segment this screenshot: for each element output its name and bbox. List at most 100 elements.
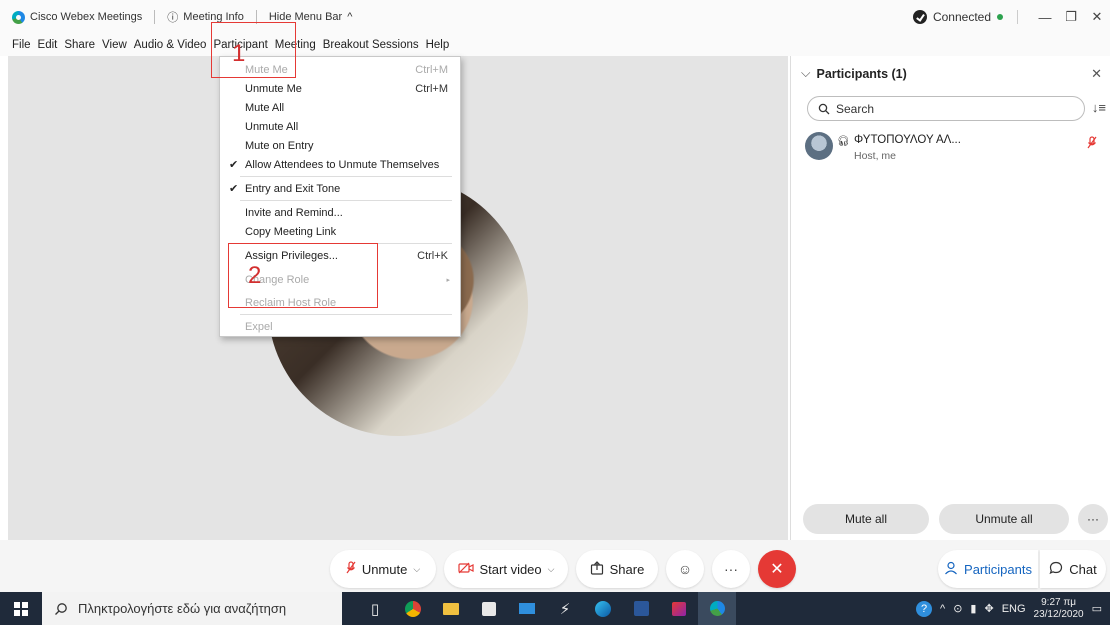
- notifications-icon[interactable]: ▭: [1092, 602, 1102, 615]
- menu-item-mute-all[interactable]: Mute All: [220, 98, 460, 117]
- help-icon[interactable]: ?: [916, 600, 933, 617]
- minimize-button[interactable]: —: [1032, 10, 1058, 25]
- windows-logo-icon: [14, 601, 28, 616]
- file-explorer-icon[interactable]: [432, 592, 470, 625]
- participant-role: Host, me: [854, 150, 897, 162]
- mail-icon[interactable]: [508, 592, 546, 625]
- battery-icon[interactable]: ▮: [970, 602, 976, 615]
- task-view-icon[interactable]: ▯: [356, 592, 394, 625]
- menu-item-entry-exit-tone[interactable]: ✔ Entry and Exit Tone: [220, 179, 460, 198]
- os-taskbar: Πληκτρολογήστε εδώ για αναζήτηση ▯ ⚡︎ ? …: [0, 592, 1110, 625]
- menu-item-mute-on-entry[interactable]: Mute on Entry: [220, 136, 460, 155]
- clock[interactable]: 9:27 πμ 23/12/2020: [1034, 597, 1084, 621]
- mute-all-button[interactable]: Mute all: [803, 504, 929, 534]
- windows-start-button[interactable]: [0, 592, 42, 625]
- app-title: Cisco Webex Meetings: [12, 10, 143, 24]
- webex-taskbar-icon[interactable]: [698, 592, 736, 625]
- title-bar: Cisco Webex Meetings ⓘ Meeting Info Hide…: [0, 0, 1110, 34]
- menu-item-copy-link[interactable]: Copy Meeting Link: [220, 222, 460, 241]
- end-meeting-button[interactable]: ✕: [758, 550, 796, 588]
- chevron-up-icon: ^: [347, 11, 353, 23]
- person-icon: [944, 561, 958, 578]
- menu-view[interactable]: View: [102, 39, 127, 51]
- ellipsis-icon: ···: [724, 561, 738, 577]
- paint-icon[interactable]: [660, 592, 698, 625]
- check-icon: ✔: [229, 159, 239, 171]
- annotation-number-2: 2: [248, 262, 262, 289]
- share-button[interactable]: Share: [576, 550, 658, 588]
- word-icon[interactable]: [622, 592, 660, 625]
- menu-share[interactable]: Share: [64, 39, 95, 51]
- submenu-arrow-icon: ▸: [446, 276, 450, 284]
- participants-title: Participants (1): [816, 66, 907, 81]
- chevron-up-icon[interactable]: ^: [940, 603, 945, 615]
- participant-row[interactable]: 🎧︎ ΦΥΤΟΠΟΥΛΟΥ ΑΛ... Host, me: [805, 128, 1105, 168]
- menu-item-invite-remind[interactable]: Invite and Remind...: [220, 203, 460, 222]
- status-dot: [997, 14, 1003, 20]
- participants-header[interactable]: ⌵ Participants (1): [801, 66, 907, 81]
- menu-meeting[interactable]: Meeting: [275, 39, 316, 51]
- unmute-all-button[interactable]: Unmute all: [939, 504, 1069, 534]
- connected-icon: [912, 10, 927, 24]
- sort-icon[interactable]: ↓≡: [1092, 100, 1106, 115]
- participant-menu-dropdown: Mute Me Ctrl+M Unmute Me Ctrl+M Mute All…: [219, 56, 461, 337]
- close-panel-button[interactable]: ✕: [1091, 66, 1102, 82]
- headset-icon: 🎧︎: [837, 136, 850, 147]
- lightning-app-icon[interactable]: ⚡︎: [546, 592, 584, 625]
- chat-toggle-button[interactable]: Chat: [1040, 550, 1106, 588]
- menu-edit[interactable]: Edit: [38, 39, 58, 51]
- menu-breakout-sessions[interactable]: Breakout Sessions: [323, 39, 419, 51]
- close-icon: ✕: [770, 561, 784, 578]
- taskbar-search-input[interactable]: Πληκτρολογήστε εδώ για αναζήτηση: [42, 592, 342, 625]
- menu-audio-video[interactable]: Audio & Video: [134, 39, 207, 51]
- muted-mic-icon: [1087, 136, 1097, 153]
- connection-status: Connected: [932, 10, 991, 24]
- dropbox-icon[interactable]: ✥: [984, 602, 993, 615]
- info-icon: ⓘ: [167, 12, 179, 24]
- avatar: [805, 132, 833, 160]
- menu-file[interactable]: File: [12, 39, 31, 51]
- edge-icon[interactable]: [584, 592, 622, 625]
- participants-panel: ⌵ Participants (1) ✕ Search ↓≡ 🎧︎ ΦΥΤΟΠΟ…: [790, 56, 1110, 540]
- meeting-controls-bar: Unmute ⌵ Start video ⌵ Share ☺ ··· ✕ Par…: [0, 540, 1110, 592]
- store-icon[interactable]: [470, 592, 508, 625]
- participants-toggle-button[interactable]: Participants: [938, 550, 1038, 588]
- menu-item-allow-unmute[interactable]: ✔ Allow Attendees to Unmute Themselves: [220, 155, 460, 174]
- search-icon: [818, 103, 830, 114]
- menu-item-expel: Expel: [245, 320, 273, 333]
- network-icon[interactable]: ⊙: [953, 602, 962, 615]
- chrome-icon[interactable]: [394, 592, 432, 625]
- menu-item-reclaim-host: Reclaim Host Role: [245, 296, 337, 309]
- menu-item-unmute-all[interactable]: Unmute All: [220, 117, 460, 136]
- menu-bar: File Edit Share View Audio & Video Parti…: [0, 34, 1110, 56]
- reactions-button[interactable]: ☺: [666, 550, 704, 588]
- search-icon: [55, 602, 67, 615]
- menu-item-mute-me: Mute Me Ctrl+M: [245, 63, 448, 76]
- menu-item-unmute-me[interactable]: Unmute Me Ctrl+M: [220, 79, 460, 98]
- participant-search-input[interactable]: Search: [807, 96, 1085, 121]
- annotation-number-1: 1: [232, 40, 246, 67]
- webex-logo-icon: [12, 10, 25, 24]
- unmute-button[interactable]: Unmute ⌵: [330, 550, 436, 588]
- start-video-button[interactable]: Start video ⌵: [444, 550, 568, 588]
- video-off-icon: [457, 562, 474, 577]
- more-options-button[interactable]: ···: [1078, 504, 1108, 534]
- muted-mic-icon: [346, 560, 356, 578]
- smiley-icon: ☺: [677, 561, 693, 577]
- menu-help[interactable]: Help: [426, 39, 450, 51]
- meeting-info-button[interactable]: ⓘ Meeting Info: [167, 9, 244, 25]
- participant-name: ΦΥΤΟΠΟΥΛΟΥ ΑΛ...: [854, 134, 961, 146]
- restore-button[interactable]: ❐: [1058, 9, 1084, 25]
- check-icon: ✔: [229, 183, 239, 195]
- hide-menu-bar-button[interactable]: Hide Menu Bar ^: [269, 11, 353, 23]
- chevron-down-icon: ⌵: [413, 563, 421, 574]
- chevron-down-icon: ⌵: [547, 563, 555, 574]
- app-name: Cisco Webex Meetings: [30, 11, 143, 23]
- share-icon: [590, 560, 604, 578]
- language-indicator[interactable]: ENG: [1002, 603, 1026, 615]
- chat-bubble-icon: [1049, 561, 1063, 578]
- more-controls-button[interactable]: ···: [712, 550, 750, 588]
- collapse-chevron-icon: ⌵: [801, 66, 811, 80]
- system-tray: ? ^ ⊙ ▮ ✥ ENG 9:27 πμ 23/12/2020 ▭: [916, 592, 1110, 625]
- close-window-button[interactable]: ✕: [1084, 9, 1110, 25]
